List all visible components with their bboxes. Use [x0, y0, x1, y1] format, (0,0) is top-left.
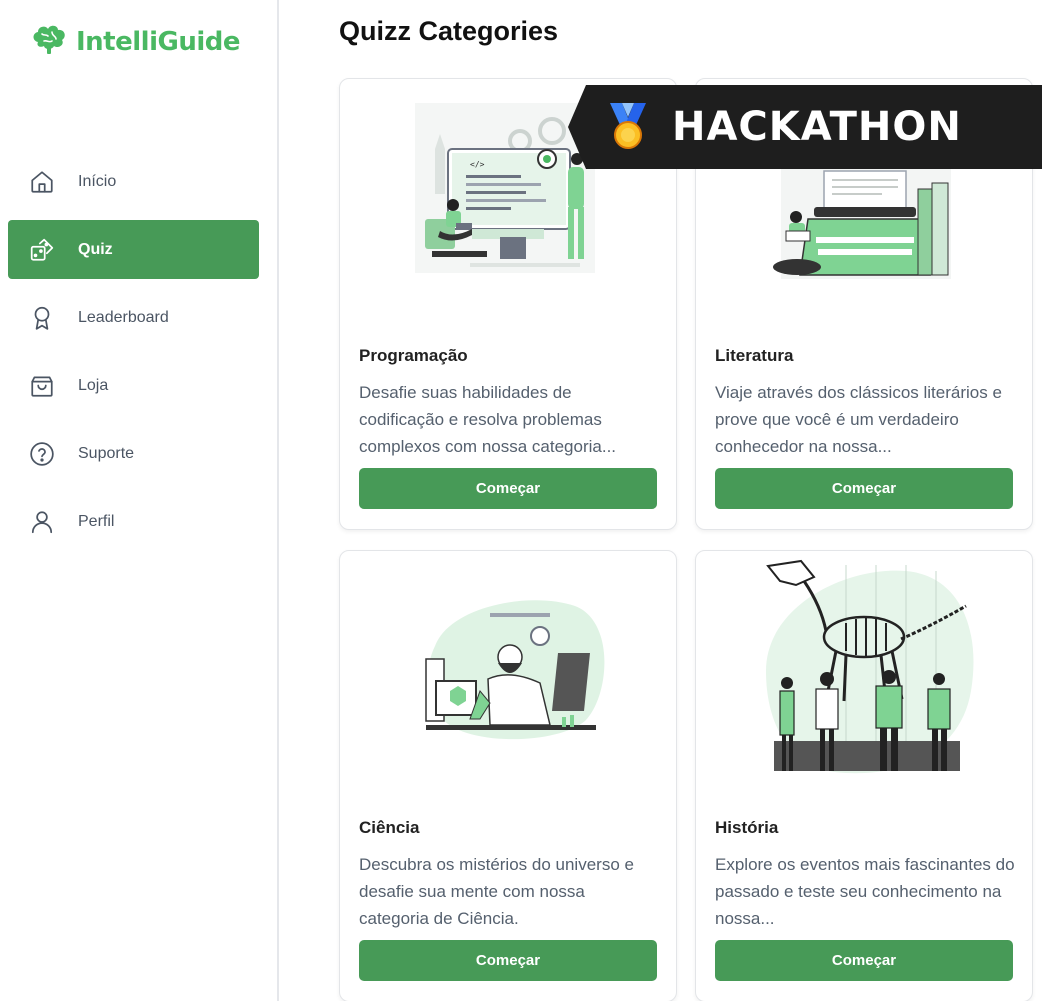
- app-logo[interactable]: IntelliGuide: [30, 22, 241, 61]
- sidebar-item-perfil[interactable]: Perfil: [8, 492, 259, 551]
- category-card-ciencia: Ciência Descubra os mistérios do univers…: [339, 550, 677, 1001]
- sidebar-item-suporte[interactable]: Suporte: [8, 424, 259, 483]
- card-title: Literatura: [715, 346, 794, 365]
- sidebar-item-label: Loja: [78, 376, 109, 394]
- card-description: Explore os eventos mais fascinantes do p…: [715, 855, 1015, 928]
- card-title: História: [715, 818, 779, 837]
- start-button-ciencia[interactable]: Começar: [359, 940, 657, 981]
- svg-text:</>: </>: [470, 160, 485, 169]
- sidebar-item-inicio[interactable]: Início: [8, 152, 259, 211]
- card-description: Desafie suas habilidades de codificação …: [359, 383, 617, 456]
- card-description: Descubra os mistérios do universo e desa…: [359, 855, 634, 928]
- sidebar-item-label: Quiz: [78, 240, 113, 258]
- award-icon: [28, 304, 56, 332]
- home-icon: [28, 168, 56, 196]
- category-card-historia: História Explore os eventos mais fascina…: [695, 550, 1033, 1001]
- dice-icon: [28, 236, 56, 264]
- medal-icon: [608, 103, 648, 156]
- sidebar-item-quiz[interactable]: Quiz: [8, 220, 259, 279]
- start-button-literatura[interactable]: Começar: [715, 468, 1013, 509]
- museum-dinosaur-illustration: [696, 551, 1032, 806]
- sidebar-item-label: Leaderboard: [78, 308, 169, 326]
- card-title: Ciência: [359, 818, 420, 837]
- scientist-illustration: [340, 551, 676, 806]
- card-title: Programação: [359, 346, 468, 365]
- banner-text: HACKATHON: [672, 104, 962, 150]
- card-description: Viaje através dos clássicos literários e…: [715, 383, 1002, 456]
- sidebar-item-label: Suporte: [78, 444, 135, 462]
- user-icon: [28, 508, 56, 536]
- brain-icon: [30, 22, 70, 61]
- sidebar-item-label: Início: [78, 172, 117, 190]
- page-title: Quizz Categories: [339, 16, 559, 46]
- hackathon-banner: HACKATHON: [568, 85, 1042, 169]
- app-name: IntelliGuide: [76, 26, 241, 57]
- shopping-bag-icon: [28, 372, 56, 400]
- sidebar: IntelliGuide Início Quiz Leaderboard Loj…: [0, 0, 279, 1001]
- sidebar-nav: Início Quiz Leaderboard Loja Suporte Per…: [8, 152, 259, 560]
- sidebar-item-label: Perfil: [78, 512, 115, 530]
- help-circle-icon: [28, 440, 56, 468]
- sidebar-item-leaderboard[interactable]: Leaderboard: [8, 288, 259, 347]
- start-button-programacao[interactable]: Começar: [359, 468, 657, 509]
- start-button-historia[interactable]: Começar: [715, 940, 1013, 981]
- sidebar-item-loja[interactable]: Loja: [8, 356, 259, 415]
